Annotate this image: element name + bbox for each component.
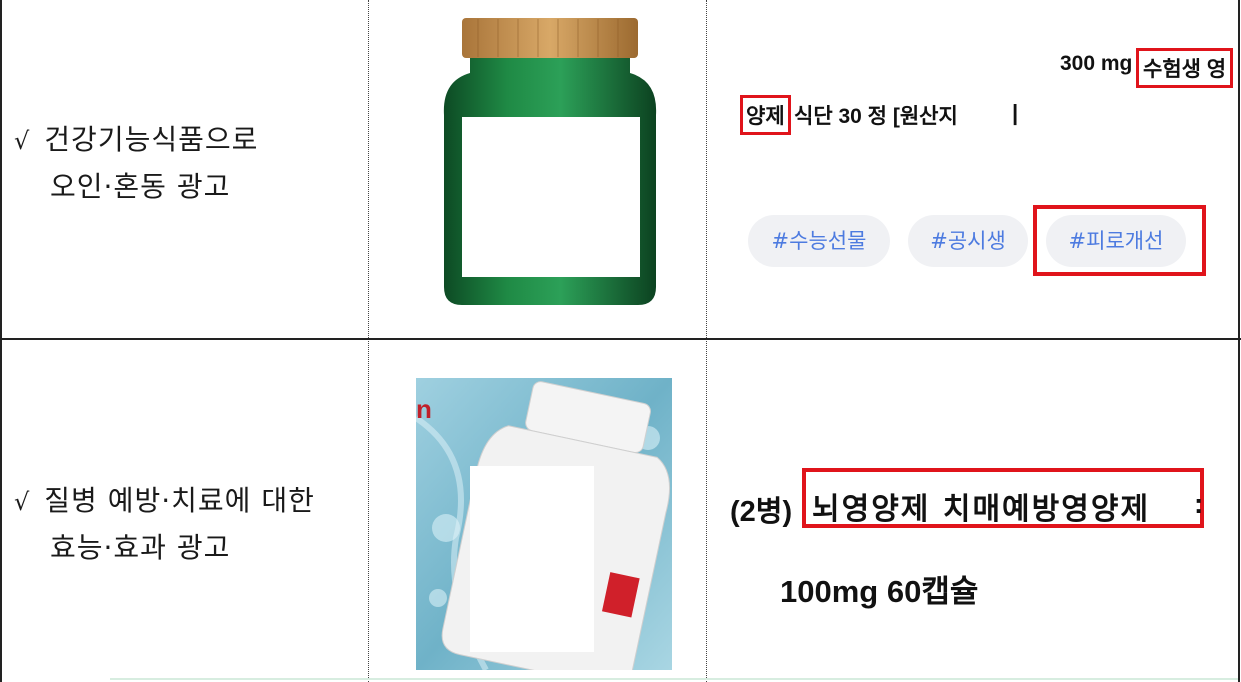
table-border-right — [1238, 0, 1240, 682]
product-prefix: (2병) — [730, 488, 792, 530]
hashtag-label: #수능선물 — [771, 229, 867, 253]
category-line: 효능·효과 광고 — [50, 531, 231, 564]
hashtag-highlight-box — [1033, 205, 1206, 276]
highlighted-phrase-text: 뇌영양제 치매예방영양제 — [812, 492, 1151, 527]
product-image-white-bottle: n — [416, 378, 672, 670]
product-spec: 300 mg — [1060, 52, 1133, 75]
suffix-glyph: : — [1194, 488, 1204, 519]
highlighted-phrase: 수험생 영 — [1143, 58, 1227, 81]
highlight-box-target-cont: 양제 — [740, 95, 791, 135]
hashtag-exam-gift[interactable]: #수능선물 — [748, 215, 890, 267]
table-border-left — [0, 0, 2, 682]
row2-category: √ 질병 예방·치료에 대한 효능·효과 광고 — [14, 478, 315, 571]
column-divider-2 — [706, 0, 707, 682]
cursor-glyph: | — [1012, 100, 1019, 125]
product-spec-line: 100mg 60캡슐 — [780, 566, 978, 611]
product-text-line2: 식단 30 정 [원산지 — [794, 100, 958, 130]
hashtag-label: #공시생 — [930, 229, 1006, 253]
product-origin: 식단 30 정 [원산지 — [794, 105, 958, 128]
column-divider-1 — [368, 0, 369, 682]
text-cursor: | — [1012, 100, 1018, 126]
product-count: (2병) — [730, 496, 793, 528]
claims-table: √ 건강기능식품으로 오인·혼동 광고 300 mg 수험생 영 양제 식단 3… — [0, 0, 1241, 682]
bottom-edge-strip — [110, 678, 1238, 680]
category-line: 오인·혼동 광고 — [50, 170, 231, 203]
check-mark: √ — [14, 488, 31, 516]
category-line: 질병 예방·치료에 대한 — [44, 484, 315, 517]
highlight-box-target: 수험생 영 — [1136, 48, 1234, 88]
row1-category: √ 건강기능식품으로 오인·혼동 광고 — [14, 117, 258, 210]
highlighted-phrase: 양제 — [746, 105, 785, 128]
check-mark: √ — [14, 127, 31, 155]
product-suffix: : — [1194, 488, 1203, 520]
hashtag-civil-exam[interactable]: #공시생 — [908, 215, 1028, 267]
product-image-green-bottle — [443, 18, 657, 305]
svg-text:n: n — [416, 394, 432, 424]
product-text-line1: 300 mg — [1060, 52, 1132, 76]
highlighted-phrase: 뇌영양제 치매예방영양제 — [812, 484, 1150, 528]
product-spec: 100mg 60캡슐 — [780, 574, 979, 609]
row-divider — [0, 338, 1241, 340]
category-line: 건강기능식품으로 — [44, 123, 259, 156]
